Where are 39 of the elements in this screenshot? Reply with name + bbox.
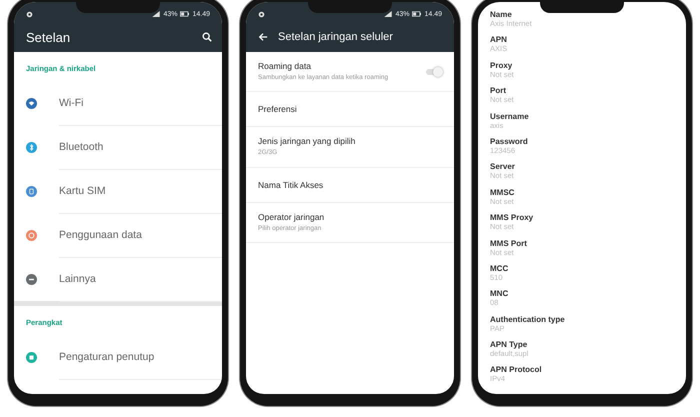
settings-item[interactable]: Pengaturan penutup (14, 335, 222, 379)
field-label: Name (490, 10, 513, 19)
settings-item[interactable]: Lainnya (14, 257, 222, 301)
setting-title: Operator jaringan (258, 212, 326, 222)
field-label: Proxy (490, 60, 514, 70)
field-label: Username (490, 112, 530, 121)
field-label: APN Protocol (490, 365, 543, 374)
setting-title: Preferensi (258, 104, 298, 114)
field-label: MNC (490, 289, 510, 298)
field-label: Server (490, 162, 516, 172)
field-label: Port (490, 86, 507, 96)
toggle-switch[interactable] (426, 68, 442, 75)
field-label: Password (490, 136, 529, 146)
battery-icon (412, 11, 422, 17)
setting-title: Jenis jaringan yang dipilih (258, 136, 356, 146)
gear-icon (26, 10, 33, 18)
settings-item[interactable]: Penggunaan data (14, 213, 222, 257)
field-label: MMS Port (490, 238, 528, 248)
field-label: APN (490, 35, 508, 44)
setting-title: Nama Titik Akses (258, 180, 324, 190)
gear-icon (258, 10, 265, 18)
app-bar-title: Setelan (26, 30, 72, 44)
settings-item[interactable]: Wi-Fi (14, 81, 222, 125)
field-label: MMS Proxy (490, 213, 534, 222)
battery-icon (180, 11, 190, 17)
signal-icon (152, 11, 160, 17)
back-arrow-icon[interactable] (258, 32, 268, 42)
field-label: APN Type (490, 340, 528, 350)
field-label: MMSC (490, 188, 516, 197)
network-setting-item[interactable]: Nama Titik Akses (246, 168, 454, 203)
settings-item[interactable]: Bluetooth (14, 125, 222, 169)
search-icon[interactable] (202, 32, 212, 42)
network-setting-item[interactable]: Preferensi (246, 92, 454, 128)
settings-item[interactable]: Kartu SIM (14, 169, 222, 213)
signal-icon (384, 11, 392, 17)
app-bar-title: Setelan jaringan seluler (278, 31, 393, 43)
setting-title: Roaming data (258, 61, 312, 71)
field-label: MCC (490, 264, 510, 273)
field-label: Authentication type (490, 314, 566, 324)
